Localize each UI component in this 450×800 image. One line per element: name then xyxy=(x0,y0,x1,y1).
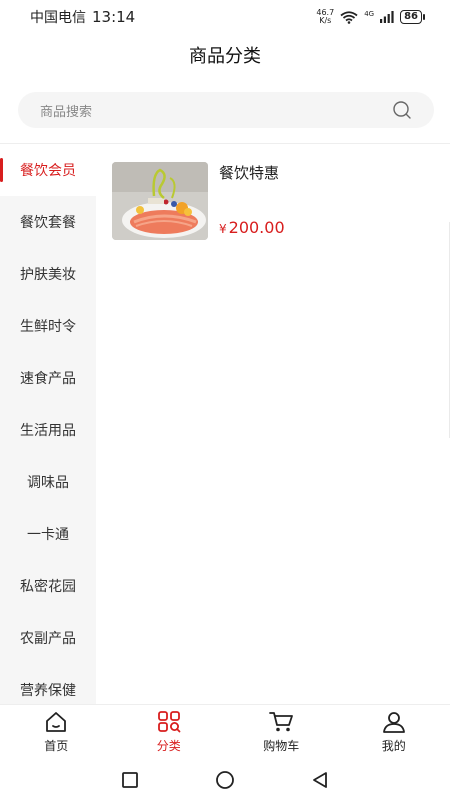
sidebar-item-label: 私密花园 xyxy=(20,579,76,595)
page-title: 商品分类 xyxy=(189,46,261,67)
tab-label: 首页 xyxy=(44,739,69,753)
user-icon xyxy=(382,711,406,733)
product-card[interactable]: 餐饮特惠 ¥200.00 xyxy=(112,162,442,242)
bottom-tab-bar: 首页 分类 购物车 我的 xyxy=(0,704,450,760)
signal-icon xyxy=(380,11,394,23)
sidebar-item-label: 营养保健 xyxy=(20,683,76,699)
page-header: 商品分类 xyxy=(0,34,450,76)
price-currency: ¥ xyxy=(219,222,227,236)
sidebar-item-private-garden[interactable]: 私密花园 xyxy=(0,560,96,612)
tab-label: 分类 xyxy=(156,739,181,753)
system-nav-bar xyxy=(0,760,450,800)
product-price: ¥200.00 xyxy=(219,218,285,237)
status-bar: 中国电信 13:14 46.7 K/s 4G 86 xyxy=(0,0,450,34)
sidebar-item-label: 护肤美妆 xyxy=(20,267,76,283)
home-circle-icon[interactable] xyxy=(215,770,235,790)
recent-apps-icon[interactable] xyxy=(121,771,139,789)
sidebar-item-instant-food[interactable]: 速食产品 xyxy=(0,352,96,404)
search-bar-container: 商品搜索 xyxy=(0,76,450,144)
net-speed: 46.7 K/s xyxy=(316,9,334,25)
app-screen: 中国电信 13:14 46.7 K/s 4G 86 商品分类 商品搜索 餐饮会员… xyxy=(0,0,450,800)
price-value: 200.00 xyxy=(228,218,285,237)
back-triangle-icon[interactable] xyxy=(311,771,329,789)
wifi-icon xyxy=(340,10,358,24)
sidebar-item-label: 餐饮套餐 xyxy=(20,215,76,231)
status-right: 46.7 K/s 4G 86 xyxy=(316,9,425,25)
search-input[interactable]: 商品搜索 xyxy=(18,92,434,128)
sidebar-item-label: 调味品 xyxy=(27,475,69,491)
tab-label: 我的 xyxy=(381,739,406,753)
network-type: 4G xyxy=(364,10,375,18)
tab-home[interactable]: 首页 xyxy=(0,705,113,760)
carrier-label: 中国电信 xyxy=(30,10,86,26)
product-name[interactable]: 餐饮特惠 xyxy=(219,162,442,183)
sidebar-item-fresh[interactable]: 生鲜时令 xyxy=(0,300,96,352)
search-placeholder: 商品搜索 xyxy=(40,104,93,120)
category-icon xyxy=(157,711,181,733)
search-icon[interactable] xyxy=(392,100,412,120)
status-left: 中国电信 13:14 xyxy=(30,7,135,27)
sidebar-item-farm-products[interactable]: 农副产品 xyxy=(0,612,96,664)
cart-icon xyxy=(268,711,294,733)
sidebar-item-daily-goods[interactable]: 生活用品 xyxy=(0,404,96,456)
sidebar-item-health[interactable]: 营养保健 xyxy=(0,664,96,704)
product-list: 餐饮特惠 ¥200.00 xyxy=(96,144,450,704)
battery-indicator: 86 xyxy=(400,10,425,24)
sidebar-item-label: 一卡通 xyxy=(27,527,69,543)
product-info: 餐饮特惠 ¥200.00 xyxy=(219,162,442,242)
sidebar-item-label: 速食产品 xyxy=(20,371,76,387)
tab-cart[interactable]: 购物车 xyxy=(225,705,338,760)
net-speed-unit: K/s xyxy=(319,16,332,25)
sidebar-item-dining-set[interactable]: 餐饮套餐 xyxy=(0,196,96,248)
product-image[interactable] xyxy=(112,162,208,240)
sidebar-item-card[interactable]: 一卡通 xyxy=(0,508,96,560)
category-sidebar: 餐饮会员 餐饮套餐 护肤美妆 生鲜时令 速食产品 生活用品 调味品 一卡通 私密… xyxy=(0,144,96,704)
tab-mine[interactable]: 我的 xyxy=(338,705,450,760)
sidebar-item-label: 农副产品 xyxy=(20,631,76,647)
tab-label: 购物车 xyxy=(263,739,300,753)
sidebar-item-label: 生鲜时令 xyxy=(20,319,76,335)
sidebar-item-label: 餐饮会员 xyxy=(20,163,76,179)
sidebar-item-label: 生活用品 xyxy=(20,423,76,439)
sidebar-item-condiments[interactable]: 调味品 xyxy=(0,456,96,508)
sidebar-item-skincare[interactable]: 护肤美妆 xyxy=(0,248,96,300)
sidebar-item-dining-member[interactable]: 餐饮会员 xyxy=(0,144,96,196)
home-icon xyxy=(44,711,68,733)
tab-category[interactable]: 分类 xyxy=(113,705,226,760)
clock: 13:14 xyxy=(92,8,136,26)
